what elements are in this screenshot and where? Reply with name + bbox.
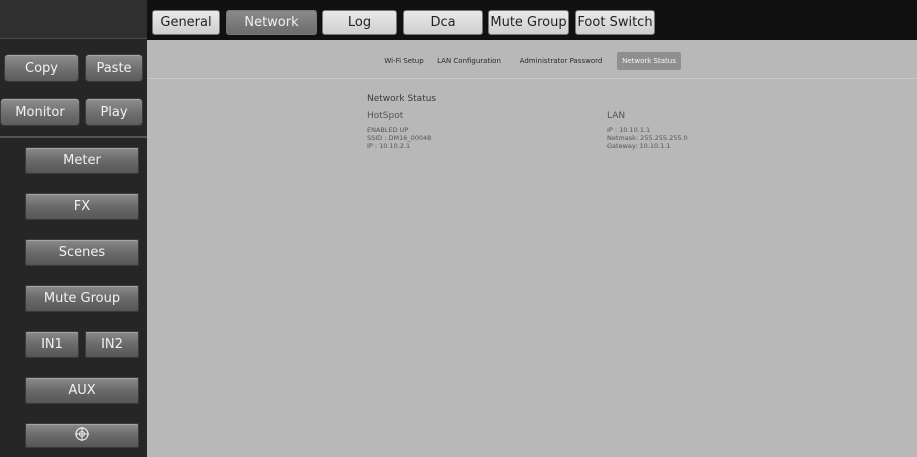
hotspot-status: ENABLED UP — [367, 126, 409, 134]
sidebar-divider — [0, 136, 147, 138]
subtab-divider — [147, 78, 917, 79]
in1-button[interactable]: IN1 — [25, 331, 79, 358]
tab-log[interactable]: Log — [322, 10, 397, 35]
paste-button[interactable]: Paste — [85, 54, 143, 82]
main-panel: Wi-Fi Setup LAN Configuration Administra… — [147, 40, 917, 457]
tab-dca[interactable]: Dca — [403, 10, 483, 35]
subtab-lan-configuration[interactable]: LAN Configuration — [434, 52, 504, 70]
lan-title: LAN — [607, 111, 626, 121]
tab-general[interactable]: General — [152, 10, 220, 35]
tab-foot-switch[interactable]: Foot Switch — [575, 10, 655, 35]
sub-tab-bar: Wi-Fi Setup LAN Configuration Administra… — [147, 52, 917, 70]
monitor-button[interactable]: Monitor — [0, 98, 80, 126]
tab-mute-group[interactable]: Mute Group — [488, 10, 569, 35]
crosshair-button[interactable] — [25, 423, 139, 448]
in2-button[interactable]: IN2 — [85, 331, 139, 358]
aux-button[interactable]: AUX — [25, 377, 139, 404]
fx-button[interactable]: FX — [25, 193, 139, 220]
sidebar-header — [0, 0, 147, 39]
crosshair-icon — [74, 426, 90, 446]
mute-group-button[interactable]: Mute Group — [25, 285, 139, 312]
network-status-heading: Network Status — [367, 94, 437, 104]
hotspot-ssid: SSID : DM16_00048 — [367, 134, 432, 142]
lan-netmask: Netmask: 255.255.255.0 — [607, 134, 688, 142]
scenes-button[interactable]: Scenes — [25, 239, 139, 266]
top-tab-bar: General Network Log Dca Mute Group Foot … — [147, 0, 917, 40]
hotspot-title: HotSpot — [367, 111, 404, 121]
subtab-network-status[interactable]: Network Status — [617, 52, 681, 70]
tab-network[interactable]: Network — [226, 10, 317, 35]
meter-button[interactable]: Meter — [25, 147, 139, 174]
hotspot-ip: IP : 10.10.2.1 — [367, 142, 411, 150]
lan-gateway: Gateway: 10.10.1.1 — [607, 142, 671, 150]
subtab-administrator-password[interactable]: Administrator Password — [510, 52, 612, 70]
play-button[interactable]: Play — [85, 98, 143, 126]
lan-ip: IP : 10.10.1.1 — [607, 126, 651, 134]
sidebar: Copy Paste Monitor Play Meter FX Scenes … — [0, 0, 147, 457]
subtab-wifi-setup[interactable]: Wi-Fi Setup — [380, 52, 428, 70]
copy-button[interactable]: Copy — [4, 54, 79, 82]
